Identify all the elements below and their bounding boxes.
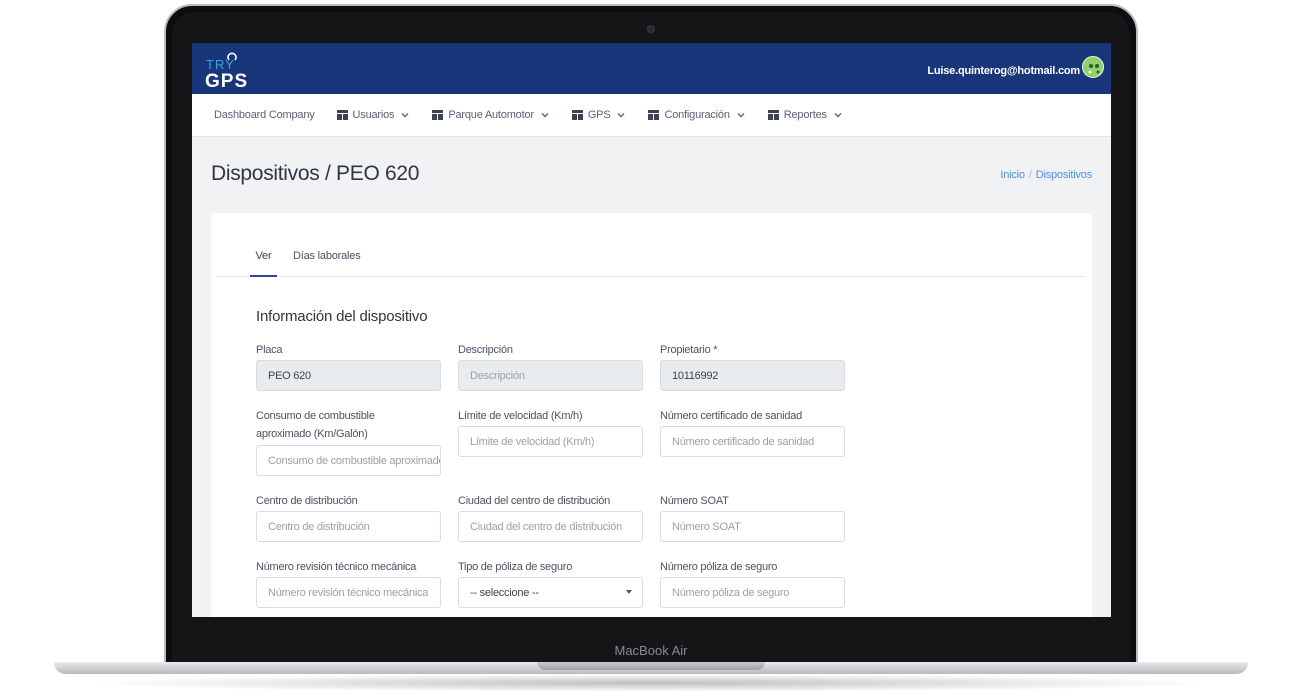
placa-field[interactable]: PEO 620 (256, 360, 441, 391)
breadcrumb-separator: / (1028, 169, 1032, 181)
soat-label: Número SOAT (660, 495, 729, 507)
tipo-poliza-label: Tipo de póliza de seguro (458, 561, 573, 573)
table-icon (571, 110, 583, 120)
trygps-logo[interactable]: TRY GPS (205, 49, 265, 89)
tab-bar: Ver Días laborales (216, 250, 1086, 277)
nav-dashboard-company[interactable]: Dashboard Company (214, 109, 315, 121)
soat-placeholder: Número SOAT (672, 520, 741, 533)
breadcrumb: Inicio / Dispositivos (1000, 169, 1092, 181)
centro-label: Centro de distribución (256, 495, 358, 507)
centro-placeholder: Centro de distribución (268, 520, 370, 533)
user-email[interactable]: Luise.quinterog@hotmail.com (927, 65, 1080, 77)
tipo-poliza-value: -- seleccione -- (470, 586, 539, 599)
revision-field[interactable]: Número revisión técnico mecánica (256, 577, 441, 608)
chevron-down-icon (617, 113, 625, 118)
chevron-down-icon (834, 113, 842, 118)
nav-label: Parque Automotor (448, 109, 534, 121)
main-navbar: Dashboard Company Usuarios Parque Automo… (192, 94, 1111, 137)
chevron-down-icon (737, 113, 745, 118)
laptop-shadow (80, 674, 1220, 692)
consumo-placeholder: Consumo de combustible aproximado (268, 454, 441, 467)
propietario-value: 10116992 (672, 369, 719, 382)
num-poliza-label: Número póliza de seguro (660, 561, 778, 573)
propietario-field[interactable]: 10116992 (660, 360, 845, 391)
table-icon (767, 110, 779, 120)
ciudad-placeholder: Ciudad del centro de distribución (470, 520, 622, 533)
nav-reportes[interactable]: Reportes (767, 109, 843, 121)
sanidad-placeholder: Número certificado de sanidad (672, 435, 814, 448)
chevron-down-icon (541, 113, 549, 118)
tab-ver[interactable]: Ver (250, 250, 277, 277)
device-label: MacBook Air (614, 643, 688, 658)
top-header: TRY GPS Luise.quinterog@hotmail.com (192, 43, 1111, 94)
camera-icon (647, 25, 655, 33)
sanidad-label: Número certificado de sanidad (660, 410, 802, 422)
ciudad-field[interactable]: Ciudad del centro de distribución (458, 511, 643, 542)
limite-placeholder: Límite de velocidad (Km/h) (470, 435, 595, 448)
breadcrumb-home-link[interactable]: Inicio (1000, 169, 1025, 181)
app-screen: TRY GPS Luise.quinterog@hotmail.com Dash… (192, 43, 1111, 617)
nav-parque-automotor[interactable]: Parque Automotor (432, 109, 549, 121)
num-poliza-placeholder: Número póliza de seguro (672, 586, 790, 599)
nav-label: Dashboard Company (214, 109, 315, 121)
limite-label: Límite de velocidad (Km/h) (458, 410, 583, 422)
laptop-notch (537, 662, 765, 670)
ciudad-label: Ciudad del centro de distribución (458, 495, 610, 507)
logo-bottom-text: GPS (205, 71, 248, 89)
device-card: Ver Días laborales Información del dispo… (211, 213, 1092, 617)
page-title: Dispositivos / PEO 620 (211, 162, 420, 185)
num-poliza-field[interactable]: Número póliza de seguro (660, 577, 845, 608)
centro-field[interactable]: Centro de distribución (256, 511, 441, 542)
nav-configuracion[interactable]: Configuración (648, 109, 745, 121)
breadcrumb-current[interactable]: Dispositivos (1036, 169, 1092, 181)
nav-label: Configuración (664, 109, 730, 121)
nav-label: Usuarios (352, 109, 395, 121)
table-icon (648, 110, 660, 120)
placa-label: Placa (256, 344, 283, 356)
avatar-icon[interactable] (1082, 56, 1104, 78)
section-title: Información del dispositivo (256, 308, 428, 325)
table-icon (336, 110, 348, 120)
sanidad-field[interactable]: Número certificado de sanidad (660, 426, 845, 457)
nav-usuarios[interactable]: Usuarios (336, 109, 411, 121)
revision-label: Número revisión técnico mecánica (256, 561, 417, 573)
logo-top-text: TRY (206, 57, 235, 72)
soat-field[interactable]: Número SOAT (660, 511, 845, 542)
revision-placeholder: Número revisión técnico mecánica (268, 586, 429, 599)
table-icon (432, 110, 444, 120)
tipo-poliza-select[interactable]: -- seleccione -- (458, 577, 643, 608)
placa-value: PEO 620 (268, 369, 311, 382)
limite-field[interactable]: Límite de velocidad (Km/h) (458, 426, 643, 457)
propietario-label: Propietario * (660, 344, 718, 356)
nav-label: Reportes (783, 109, 827, 121)
consumo-label: Consumo de combustible aproximado (Km/Ga… (256, 410, 375, 440)
tab-dias-laborales[interactable]: Días laborales (293, 250, 361, 262)
descripcion-field[interactable]: Descripción (458, 360, 643, 391)
descripcion-placeholder: Descripción (470, 369, 525, 382)
nav-label: GPS (587, 109, 611, 121)
chevron-down-icon (401, 113, 409, 118)
consumo-field[interactable]: Consumo de combustible aproximado (256, 445, 441, 476)
caret-down-icon (626, 590, 632, 594)
descripcion-label: Descripción (458, 344, 513, 356)
nav-gps[interactable]: GPS (571, 109, 627, 121)
